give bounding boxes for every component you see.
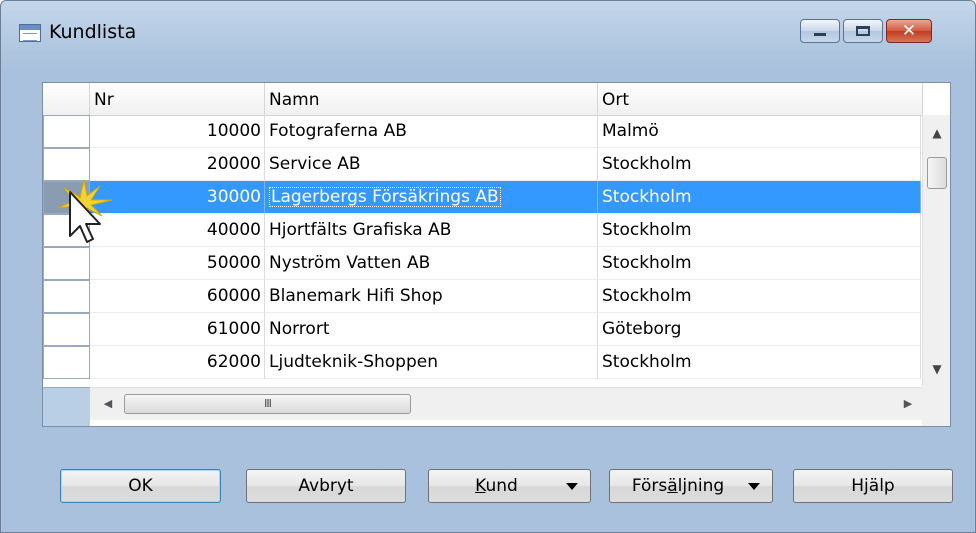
cell-nr[interactable]: 10000 — [90, 115, 265, 148]
cell-nr[interactable]: 62000 — [90, 346, 265, 379]
grid-header: Nr Namn Ort — [43, 83, 923, 116]
sales-button-label: Försäljning — [631, 476, 725, 496]
scroll-down-arrow-icon[interactable]: ▼ — [923, 357, 950, 381]
row-selector[interactable] — [43, 313, 90, 346]
sales-menu-button[interactable]: Försäljning — [609, 469, 773, 503]
row-selector[interactable] — [43, 280, 90, 313]
cell-city[interactable]: Stockholm — [598, 346, 921, 379]
cell-city[interactable]: Stockholm — [598, 214, 921, 247]
row-selector[interactable] — [43, 181, 90, 214]
cell-nr[interactable]: 40000 — [90, 214, 265, 247]
minimize-icon — [814, 33, 826, 36]
cell-name[interactable]: Service AB — [265, 148, 598, 181]
cell-name[interactable]: Hjortfälts Grafiska AB — [265, 214, 598, 247]
horizontal-scrollbar[interactable]: ◀ III ▶ — [90, 387, 922, 420]
minimize-button[interactable] — [800, 19, 840, 43]
cell-name-text: Norrort — [269, 319, 330, 339]
cell-name[interactable]: Ljudteknik-Shoppen — [265, 346, 598, 379]
table-row[interactable]: 30000 Lagerbergs Försäkrings AB Stockholm — [43, 181, 921, 214]
header-selector-cell — [43, 83, 90, 115]
vertical-scrollbar[interactable]: ▲ ▼ — [922, 115, 950, 387]
cell-name[interactable]: Lagerbergs Försäkrings AB — [265, 181, 598, 214]
table-row[interactable]: 50000 Nyström Vatten AB Stockholm — [43, 247, 921, 280]
help-button[interactable]: Hjälp — [793, 469, 953, 503]
table-row[interactable]: 20000 Service AB Stockholm — [43, 148, 921, 181]
cell-city[interactable]: Malmö — [598, 115, 921, 148]
vertical-scroll-thumb[interactable] — [927, 157, 947, 189]
close-button[interactable]: ✕ — [886, 19, 932, 43]
dropdown-arrow-icon — [748, 483, 760, 490]
row-selector[interactable] — [43, 148, 90, 181]
table-list-icon — [19, 24, 41, 42]
column-header-city[interactable]: Ort — [598, 83, 923, 115]
row-selector[interactable] — [43, 247, 90, 280]
maximize-icon — [856, 26, 870, 36]
close-icon: ✕ — [901, 21, 917, 41]
cell-city[interactable]: Stockholm — [598, 181, 921, 214]
cancel-button[interactable]: Avbryt — [246, 469, 406, 503]
window-title: Kundlista — [49, 21, 137, 43]
cell-name-text: Nyström Vatten AB — [269, 253, 431, 273]
scroll-up-arrow-icon[interactable]: ▲ — [923, 121, 950, 145]
cell-name[interactable]: Fotograferna AB — [265, 115, 598, 148]
cell-name-text: Hjortfälts Grafiska AB — [269, 220, 452, 240]
cell-city[interactable]: Stockholm — [598, 247, 921, 280]
scroll-right-arrow-icon[interactable]: ▶ — [896, 388, 920, 420]
cell-name-text: Service AB — [269, 154, 361, 174]
cell-name-text: Blanemark Hifi Shop — [269, 286, 443, 306]
cell-nr[interactable]: 61000 — [90, 313, 265, 346]
cell-city[interactable]: Göteborg — [598, 313, 921, 346]
table-row[interactable]: 60000 Blanemark Hifi Shop Stockholm — [43, 280, 921, 313]
dropdown-arrow-icon — [566, 483, 578, 490]
cell-name[interactable]: Norrort — [265, 313, 598, 346]
title-bar[interactable]: Kundlista ✕ — [1, 1, 975, 71]
row-selector-footer — [43, 387, 90, 426]
scroll-left-arrow-icon[interactable]: ◀ — [96, 388, 120, 420]
cell-name-text: Fotograferna AB — [269, 121, 407, 141]
cell-nr[interactable]: 20000 — [90, 148, 265, 181]
table-row[interactable]: 40000 Hjortfälts Grafiska AB Stockholm — [43, 214, 921, 247]
column-header-name[interactable]: Namn — [265, 83, 598, 115]
customer-list-window: Kundlista ✕ Nr Namn Ort 10000 Fotografern… — [0, 0, 976, 533]
customer-grid[interactable]: Nr Namn Ort 10000 Fotograferna AB Malmö 200… — [42, 82, 951, 427]
row-selector[interactable] — [43, 346, 90, 379]
row-selector[interactable] — [43, 115, 90, 148]
cell-city[interactable]: Stockholm — [598, 148, 921, 181]
cell-nr[interactable]: 30000 — [90, 181, 265, 214]
ok-button[interactable]: OK — [60, 469, 221, 503]
table-row[interactable]: 61000 Norrort Göteborg — [43, 313, 921, 346]
scrollbar-corner — [922, 387, 950, 426]
cell-name-text: Lagerbergs Försäkrings AB — [269, 187, 501, 207]
table-row[interactable]: 62000 Ljudteknik-Shoppen Stockholm — [43, 346, 921, 379]
cell-nr[interactable]: 60000 — [90, 280, 265, 313]
customer-menu-button[interactable]: Kund — [428, 469, 591, 503]
cell-nr[interactable]: 50000 — [90, 247, 265, 280]
customer-button-label: Kund — [475, 476, 518, 496]
column-header-nr[interactable]: Nr — [90, 83, 265, 115]
cell-name[interactable]: Nyström Vatten AB — [265, 247, 598, 280]
horizontal-scroll-thumb[interactable]: III — [124, 394, 411, 414]
cell-name-text: Ljudteknik-Shoppen — [269, 352, 438, 372]
cell-city[interactable]: Stockholm — [598, 280, 921, 313]
cell-name[interactable]: Blanemark Hifi Shop — [265, 280, 598, 313]
maximize-button[interactable] — [843, 19, 883, 43]
table-row[interactable]: 10000 Fotograferna AB Malmö — [43, 115, 921, 148]
row-selector[interactable] — [43, 214, 90, 247]
